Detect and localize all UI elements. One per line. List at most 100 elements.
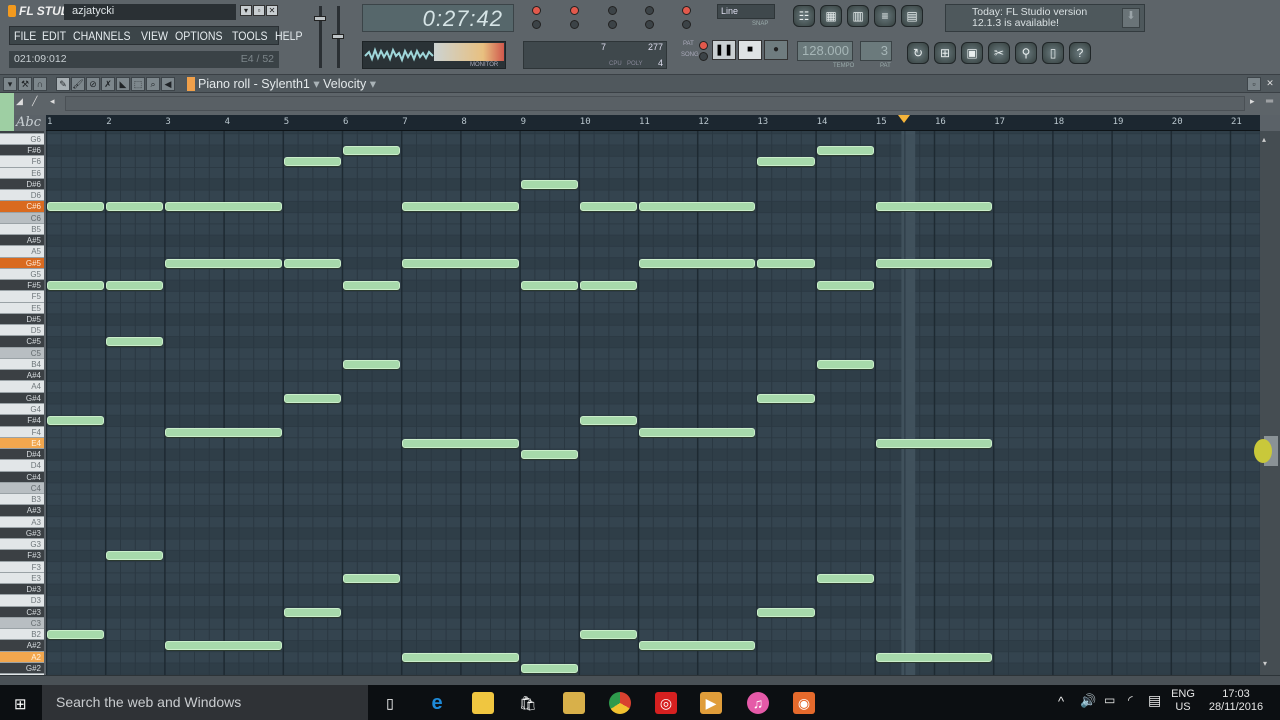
piano-key[interactable]: B2 — [0, 629, 44, 641]
piano-key[interactable]: D#4 — [0, 449, 44, 461]
note-B2[interactable] — [47, 630, 105, 640]
ruler-bar-number[interactable]: 21 — [1231, 117, 1242, 127]
ruler-bar-number[interactable]: 10 — [580, 117, 591, 127]
note-C#3[interactable] — [757, 607, 815, 617]
ruler-bar-number[interactable]: 9 — [521, 117, 526, 127]
note-D#4[interactable] — [520, 450, 578, 460]
note-G#5[interactable] — [757, 258, 815, 268]
note-F#6[interactable] — [343, 146, 401, 156]
note-F#4[interactable] — [47, 416, 105, 426]
piano-key[interactable]: C3 — [0, 617, 44, 630]
note-B4[interactable] — [343, 359, 401, 369]
play-arrow-icon[interactable] — [187, 77, 195, 91]
piano-key[interactable]: A#2 — [0, 640, 44, 652]
ruler-bar-number[interactable]: 19 — [1113, 117, 1124, 127]
drag-handle-icon[interactable] — [1254, 439, 1272, 463]
note-F#4[interactable] — [579, 416, 637, 426]
pause-button[interactable]: ❚❚ — [712, 40, 736, 60]
note-A2[interactable] — [875, 652, 993, 662]
close-piano-roll-icon[interactable]: ✕ — [1263, 77, 1277, 91]
event-target[interactable]: Velocity — [323, 77, 366, 91]
undo-icon[interactable]: ↻ — [907, 42, 929, 64]
pattern-mode-led[interactable] — [699, 41, 708, 50]
action-center-icon[interactable]: ▤ — [1148, 692, 1161, 709]
show-hidden-icons-icon[interactable]: ^ — [1058, 694, 1064, 709]
piano-key[interactable]: F5 — [0, 291, 44, 303]
piano-key[interactable]: D4 — [0, 460, 44, 472]
piano-key[interactable]: C4 — [0, 482, 44, 495]
paint-tool-icon[interactable]: 🖌 — [71, 77, 85, 91]
scroll-right-icon[interactable]: ▸ — [1250, 96, 1255, 107]
red-app-icon[interactable]: ◎ — [655, 692, 677, 714]
piano-key[interactable]: D#6 — [0, 178, 44, 191]
key-label-toggle[interactable]: Abc — [16, 115, 41, 130]
note-F4[interactable] — [639, 427, 756, 437]
note-F#5[interactable] — [579, 281, 637, 291]
language-indicator[interactable]: ENG US — [1168, 688, 1198, 714]
ruler-bar-number[interactable]: 17 — [994, 117, 1005, 127]
master-volume-slider[interactable] — [314, 6, 326, 68]
fl-studio-taskbar-icon[interactable] — [563, 692, 585, 714]
note-G#5[interactable] — [875, 258, 993, 268]
note-G#5[interactable] — [639, 258, 756, 268]
piano-key[interactable]: A4 — [0, 381, 44, 393]
piano-key[interactable]: A3 — [0, 516, 44, 528]
piano-key[interactable]: G3 — [0, 539, 44, 551]
project-info-icon[interactable]: ▯ — [1042, 42, 1064, 64]
record-audio-icon[interactable]: ⚲ — [1015, 42, 1037, 64]
note-E4[interactable] — [402, 438, 519, 448]
note-G#5[interactable] — [165, 258, 282, 268]
note-G#5[interactable] — [402, 258, 519, 268]
menu-file[interactable]: FILE — [14, 29, 36, 43]
step-sequencer-icon[interactable]: ▦ — [820, 5, 842, 27]
piano-key[interactable]: E6 — [0, 167, 44, 179]
note-E4[interactable] — [875, 438, 993, 448]
ruler-bar-number[interactable]: 2 — [106, 117, 111, 127]
piano-key[interactable]: C#5 — [0, 336, 44, 348]
piano-key[interactable]: G#2 — [0, 662, 44, 675]
timeline-ruler[interactable]: 1 2 3 4 5 6 7 8 9 10 11 12 13 14 15 16 17 18 19 20 21 — [46, 115, 1260, 131]
record-button[interactable]: ● — [764, 40, 788, 60]
download-icon[interactable]: ⬇ — [1122, 8, 1140, 28]
piano-key[interactable]: D#3 — [0, 584, 44, 596]
taskbar-search[interactable]: Search the web and Windows — [42, 685, 368, 720]
scroll-down-icon[interactable]: ▾ — [1263, 659, 1267, 668]
note-F#3[interactable] — [106, 551, 164, 561]
piano-key[interactable]: D6 — [0, 190, 44, 202]
note-C#6[interactable] — [165, 202, 282, 212]
detach-window-icon[interactable]: ▫ — [1247, 77, 1261, 91]
ruler-bar-number[interactable]: 13 — [757, 117, 768, 127]
countdown-led[interactable] — [570, 6, 579, 15]
note-G#5[interactable] — [283, 258, 341, 268]
playback-tool-icon[interactable]: ◀ — [161, 77, 175, 91]
blend-led[interactable] — [608, 20, 617, 29]
note-B4[interactable] — [816, 359, 874, 369]
windows-start-icon[interactable]: ⊞ — [14, 695, 27, 713]
note-F#5[interactable] — [343, 281, 401, 291]
piano-key[interactable]: F#3 — [0, 550, 44, 562]
ruler-bar-number[interactable]: 4 — [225, 117, 230, 127]
scroll-up-icon[interactable]: ▴ — [1262, 135, 1276, 145]
note-A2[interactable] — [402, 652, 519, 662]
ruler-bar-number[interactable]: 16 — [935, 117, 946, 127]
note-C#6[interactable] — [639, 202, 756, 212]
note-C#6[interactable] — [875, 202, 993, 212]
piano-key[interactable]: B3 — [0, 494, 44, 506]
help-icon[interactable]: ? — [1069, 42, 1091, 64]
slider-knob[interactable] — [314, 16, 326, 21]
loop-led[interactable] — [645, 20, 654, 29]
step-edit-led[interactable] — [608, 6, 617, 15]
note-C#6[interactable] — [47, 202, 105, 212]
chrome-icon[interactable] — [609, 692, 631, 714]
ruler-bar-number[interactable]: 5 — [284, 117, 289, 127]
piano-key[interactable]: G#3 — [0, 527, 44, 540]
note-G#2[interactable] — [520, 663, 578, 673]
mute-tool-icon[interactable]: ✗ — [101, 77, 115, 91]
menu-help[interactable]: HELP — [275, 29, 303, 43]
wifi-icon[interactable]: ◜ — [1128, 693, 1133, 707]
save-icon[interactable]: ▣ — [961, 42, 983, 64]
menu-view[interactable]: VIEW — [141, 29, 168, 43]
save-new-icon[interactable]: ⊞ — [934, 42, 956, 64]
battery-icon[interactable]: ▭ — [1104, 693, 1115, 707]
piano-key[interactable]: G#4 — [0, 392, 44, 404]
